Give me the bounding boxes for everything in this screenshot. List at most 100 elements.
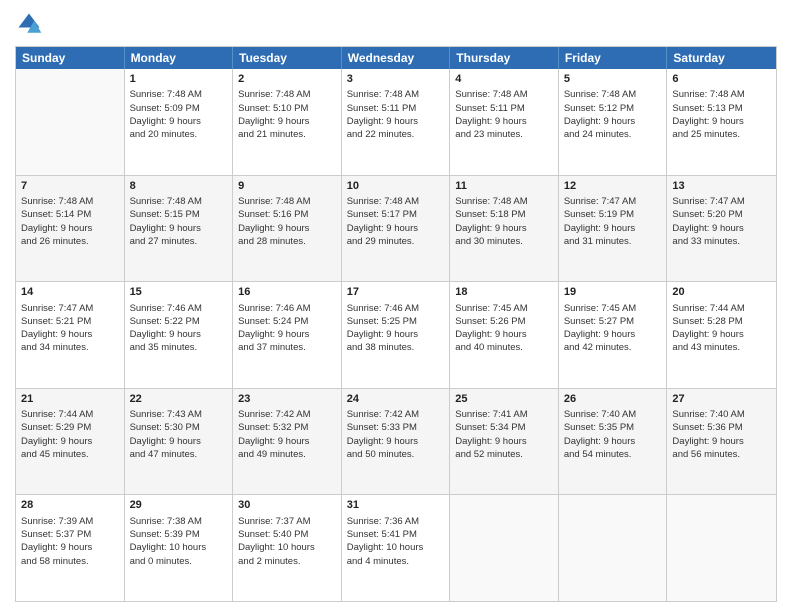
day-info: Sunrise: 7:48 AM <box>347 196 419 207</box>
day-info: Sunset: 5:19 PM <box>564 209 634 220</box>
day-info: Sunset: 5:29 PM <box>21 422 91 433</box>
day-info: Sunset: 5:21 PM <box>21 316 91 327</box>
day-info: and 54 minutes. <box>564 449 632 460</box>
day-cell-6: 6Sunrise: 7:48 AMSunset: 5:13 PMDaylight… <box>667 69 776 175</box>
day-info: Sunset: 5:32 PM <box>238 422 308 433</box>
day-info: Daylight: 9 hours <box>455 223 526 234</box>
day-number: 18 <box>455 285 553 300</box>
day-info: Sunrise: 7:42 AM <box>347 409 419 420</box>
day-number: 29 <box>130 498 228 513</box>
day-info: and 58 minutes. <box>21 556 89 567</box>
day-info: Sunset: 5:14 PM <box>21 209 91 220</box>
day-info: Daylight: 9 hours <box>238 329 309 340</box>
day-info: Sunrise: 7:43 AM <box>130 409 202 420</box>
day-number: 9 <box>238 179 336 194</box>
day-cell-23: 23Sunrise: 7:42 AMSunset: 5:32 PMDayligh… <box>233 389 342 495</box>
day-info: Sunset: 5:34 PM <box>455 422 525 433</box>
day-number: 31 <box>347 498 445 513</box>
week-row-5: 28Sunrise: 7:39 AMSunset: 5:37 PMDayligh… <box>16 494 776 601</box>
day-info: Sunrise: 7:46 AM <box>238 303 310 314</box>
day-info: Sunrise: 7:47 AM <box>672 196 744 207</box>
day-cell-22: 22 Sunrise: 7:43 AM Sunset: 5:30 PM Dayligh… <box>125 389 234 495</box>
day-cell-29: 29Sunrise: 7:38 AMSunset: 5:39 PMDayligh… <box>125 495 234 601</box>
day-info: Daylight: 9 hours <box>347 116 418 127</box>
day-info: Sunrise: 7:37 AM <box>238 516 310 527</box>
day-info: and 22 minutes. <box>347 129 415 140</box>
day-info: and 42 minutes. <box>564 342 632 353</box>
day-info: Sunset: 5:40 PM <box>238 529 308 540</box>
day-info: and 47 minutes. <box>130 449 198 460</box>
day-cell-2: 2Sunrise: 7:48 AMSunset: 5:10 PMDaylight… <box>233 69 342 175</box>
day-number: 27 <box>672 392 771 407</box>
day-info: Sunrise: 7:48 AM <box>130 89 202 100</box>
day-info: Sunset: 5:25 PM <box>347 316 417 327</box>
day-info: and 33 minutes. <box>672 236 740 247</box>
day-info: Sunset: 5:35 PM <box>564 422 634 433</box>
page: SundayMondayTuesdayWednesdayThursdayFrid… <box>0 0 792 612</box>
day-info: Daylight: 9 hours <box>455 436 526 447</box>
day-number: 6 <box>672 72 771 87</box>
day-info: and 40 minutes. <box>455 342 523 353</box>
day-info: Sunrise: 7:48 AM <box>455 89 527 100</box>
day-info: Sunrise: 7:44 AM <box>672 303 744 314</box>
day-info: Daylight: 10 hours <box>238 542 315 553</box>
day-cell-13: 13Sunrise: 7:47 AMSunset: 5:20 PMDayligh… <box>667 176 776 282</box>
day-info: and 28 minutes. <box>238 236 306 247</box>
day-info: Sunset: 5:12 PM <box>564 103 634 114</box>
day-info: and 26 minutes. <box>21 236 89 247</box>
day-number: 11 <box>455 179 553 194</box>
day-number: 22 <box>130 392 228 407</box>
week-row-1: 1Sunrise: 7:48 AMSunset: 5:09 PMDaylight… <box>16 69 776 175</box>
day-info: and 23 minutes. <box>455 129 523 140</box>
day-info: Sunrise: 7:48 AM <box>347 89 419 100</box>
day-cell-4: 4Sunrise: 7:48 AMSunset: 5:11 PMDaylight… <box>450 69 559 175</box>
day-info: Sunset: 5:30 PM <box>130 422 200 433</box>
day-info: and 21 minutes. <box>238 129 306 140</box>
day-info: Daylight: 9 hours <box>130 436 201 447</box>
calendar: SundayMondayTuesdayWednesdayThursdayFrid… <box>15 46 777 602</box>
day-info: Sunrise: 7:45 AM <box>455 303 527 314</box>
header <box>15 10 777 38</box>
day-cell-empty-4-5 <box>559 495 668 601</box>
day-cell-9: 9 Sunrise: 7:48 AM Sunset: 5:16 PM Daylight… <box>233 176 342 282</box>
day-info: and 56 minutes. <box>672 449 740 460</box>
day-cell-28: 28Sunrise: 7:39 AMSunset: 5:37 PMDayligh… <box>16 495 125 601</box>
day-info: Sunrise: 7:39 AM <box>21 516 93 527</box>
header-day-friday: Friday <box>559 47 668 69</box>
day-cell-10: 10Sunrise: 7:48 AMSunset: 5:17 PMDayligh… <box>342 176 451 282</box>
day-cell-8: 8Sunrise: 7:48 AMSunset: 5:15 PMDaylight… <box>125 176 234 282</box>
header-day-wednesday: Wednesday <box>342 47 451 69</box>
day-cell-18: 18Sunrise: 7:45 AMSunset: 5:26 PMDayligh… <box>450 282 559 388</box>
day-info: and 50 minutes. <box>347 449 415 460</box>
day-info: Sunset: 5:20 PM <box>672 209 742 220</box>
day-cell-20: 20Sunrise: 7:44 AMSunset: 5:28 PMDayligh… <box>667 282 776 388</box>
day-info: and 4 minutes. <box>347 556 409 567</box>
day-info: Sunset: 5:11 PM <box>455 103 525 114</box>
day-info: and 49 minutes. <box>238 449 306 460</box>
day-number: 26 <box>564 392 662 407</box>
day-cell-16: 16Sunrise: 7:46 AMSunset: 5:24 PMDayligh… <box>233 282 342 388</box>
day-number: 2 <box>238 72 336 87</box>
header-day-sunday: Sunday <box>16 47 125 69</box>
day-info: Sunset: 5:16 PM <box>238 209 308 220</box>
week-row-3: 14Sunrise: 7:47 AMSunset: 5:21 PMDayligh… <box>16 281 776 388</box>
day-info: Sunset: 5:28 PM <box>672 316 742 327</box>
day-info: Sunset: 5:33 PM <box>347 422 417 433</box>
day-info: Sunrise: 7:40 AM <box>564 409 636 420</box>
day-info: Daylight: 9 hours <box>238 223 309 234</box>
week-row-4: 21Sunrise: 7:44 AMSunset: 5:29 PMDayligh… <box>16 388 776 495</box>
day-info: Daylight: 9 hours <box>130 223 201 234</box>
day-cell-25: 25Sunrise: 7:41 AMSunset: 5:34 PMDayligh… <box>450 389 559 495</box>
day-number: 20 <box>672 285 771 300</box>
day-info: Sunrise: 7:48 AM <box>238 196 310 207</box>
day-cell-7: 7Sunrise: 7:48 AMSunset: 5:14 PMDaylight… <box>16 176 125 282</box>
day-info: Sunrise: 7:42 AM <box>238 409 310 420</box>
day-cell-3: 3Sunrise: 7:48 AMSunset: 5:11 PMDaylight… <box>342 69 451 175</box>
day-info: and 52 minutes. <box>455 449 523 460</box>
day-cell-27: 27Sunrise: 7:40 AMSunset: 5:36 PMDayligh… <box>667 389 776 495</box>
day-info: Sunset: 5:36 PM <box>672 422 742 433</box>
day-info: Sunrise: 7:48 AM <box>21 196 93 207</box>
day-info: and 2 minutes. <box>238 556 300 567</box>
day-number: 7 <box>21 179 119 194</box>
day-info: Sunset: 5:41 PM <box>347 529 417 540</box>
